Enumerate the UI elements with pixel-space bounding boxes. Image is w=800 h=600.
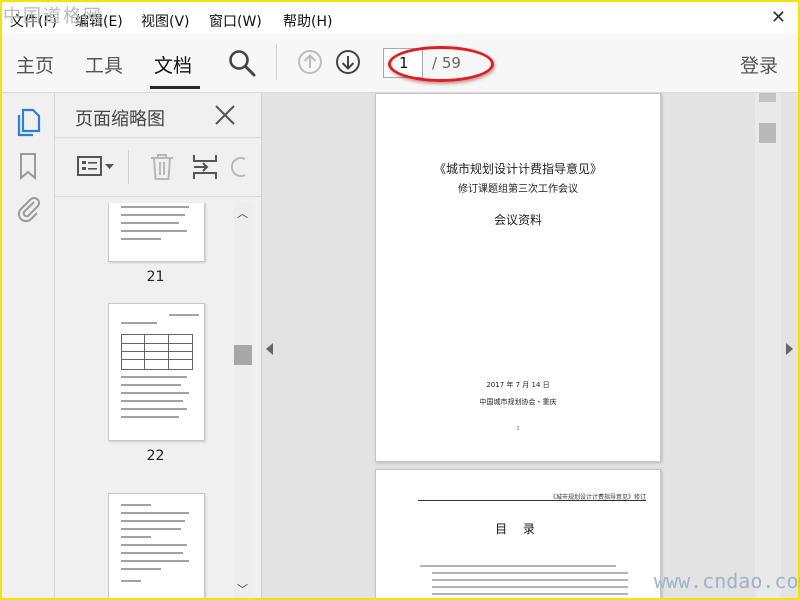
thumbnail-label: 22 (146, 448, 165, 464)
doc-organization: 中国城市规划协会・重庆 (479, 398, 557, 406)
extract-pages-icon[interactable] (191, 152, 219, 182)
window-close-button[interactable]: ✕ (771, 7, 786, 28)
tab-document[interactable]: 文档 (154, 51, 192, 78)
doc-title-line2: 修订课题组第三次工作会议 (458, 184, 578, 195)
page-thumbnail[interactable] (108, 493, 205, 598)
toc-line (432, 579, 628, 581)
menu-view[interactable]: 视图(V) (141, 11, 190, 31)
toc-line (432, 586, 628, 588)
doc-page-number: 1 (516, 426, 520, 432)
expand-right-panel-icon[interactable] (786, 343, 793, 355)
document-view: 《城市规划设计计费指导意见》 修订课题组第三次工作会议 会议资料 2017 年 … (262, 93, 798, 598)
next-page-icon[interactable] (335, 49, 361, 75)
thumbnail-scrollbar[interactable]: ︿ ﹀ (234, 203, 252, 598)
doc-title-line3: 会议资料 (493, 213, 542, 227)
main-toolbar: 主页 工具 文档 1 / 59 登录 (2, 34, 798, 93)
search-icon[interactable] (227, 48, 257, 78)
collapse-left-panel-icon[interactable] (266, 343, 273, 355)
toc-line (432, 572, 628, 574)
panel-title: 页面缩略图 (75, 109, 165, 130)
close-icon[interactable] (213, 103, 237, 127)
attachment-icon[interactable] (14, 193, 42, 223)
tab-tools[interactable]: 工具 (85, 51, 123, 78)
trash-icon[interactable] (148, 152, 176, 182)
toolbar-divider (128, 150, 129, 184)
table-thumbnail (121, 334, 193, 370)
menu-edit[interactable]: 编辑(E) (75, 11, 123, 31)
doc-date: 2017 年 7 月 14 日 (486, 381, 550, 389)
doc-title-line1: 《城市规划设计计费指导意见》 (433, 162, 602, 176)
login-button[interactable]: 登录 (740, 51, 778, 78)
thumbnail-options-icon[interactable] (77, 152, 115, 182)
previous-page-icon[interactable] (297, 49, 323, 75)
toolbar-divider (276, 44, 277, 80)
scroll-up-button[interactable] (759, 93, 776, 102)
menu-window[interactable]: 窗口(W) (209, 11, 262, 31)
toc-title: 目 录 (495, 522, 541, 536)
header-rule (418, 500, 646, 501)
menu-file[interactable]: 文件(F) (10, 11, 57, 31)
menu-bar: 文件(F) 编辑(E) 视图(V) 窗口(W) 帮助(H) ✕ (2, 2, 798, 34)
chevron-up-icon[interactable]: ︿ (237, 205, 248, 221)
scrollbar-thumb[interactable] (234, 345, 252, 365)
thumbnail-list: 21 22 (55, 203, 233, 598)
page-thumbnail[interactable] (108, 203, 205, 262)
thumbnail-panel: 页面缩略图 21 22 ︿ ﹀ (55, 93, 262, 598)
document-page-1: 《城市规划设计计费指导意见》 修订课题组第三次工作会议 会议资料 2017 年 … (375, 93, 661, 462)
chevron-down-icon[interactable]: ﹀ (237, 581, 248, 597)
document-scrollbar[interactable] (755, 93, 781, 598)
thumbnail-toolbar (55, 137, 261, 197)
page-thumbnail[interactable] (108, 303, 205, 441)
annotation-highlight-oval (388, 46, 494, 82)
active-tab-indicator (150, 86, 200, 89)
thumbnail-label: 21 (146, 269, 165, 285)
tab-home[interactable]: 主页 (16, 51, 54, 78)
left-rail (2, 93, 55, 598)
toc-line (432, 593, 628, 595)
bookmark-icon[interactable] (14, 151, 42, 181)
rotate-icon[interactable] (229, 152, 247, 182)
scrollbar-thumb[interactable] (759, 123, 776, 143)
menu-help[interactable]: 帮助(H) (283, 11, 332, 31)
toc-line (420, 565, 616, 567)
document-page-2: 《城市规划设计计费指导意见》修订 目 录 (375, 469, 661, 598)
page-thumbnails-icon[interactable] (14, 107, 42, 137)
